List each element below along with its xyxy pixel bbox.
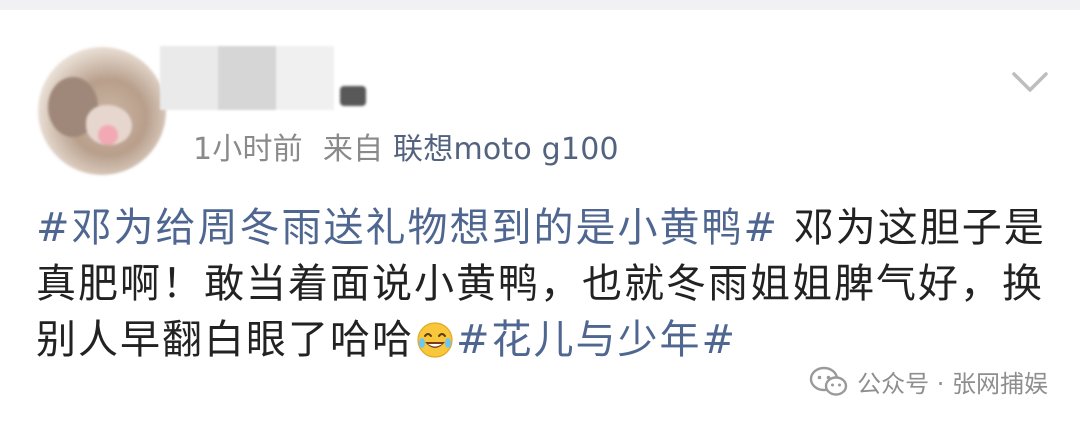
chevron-down-icon[interactable] <box>1010 62 1050 102</box>
laughing-tears-emoji-icon <box>417 322 453 358</box>
watermark: 公众号 · 张网捕娱 <box>809 364 1048 399</box>
wechat-official-account-icon <box>809 366 848 396</box>
user-avatar[interactable] <box>38 47 166 175</box>
username-blurred[interactable] <box>160 46 334 110</box>
hashtag-link-2[interactable]: #花儿与少年# <box>456 317 737 363</box>
watermark-text: 公众号 · 张网捕娱 <box>857 370 1048 398</box>
hashtag-link[interactable]: #邓为给周冬雨送礼物想到的是小黄鸭# <box>36 205 779 251</box>
source-prefix: 来自 <box>322 132 384 167</box>
post-time: 1小时前 <box>193 132 303 167</box>
top-separator-strip <box>0 0 1080 10</box>
username-tail-blur <box>340 86 366 106</box>
post-body: #邓为给周冬雨送礼物想到的是小黄鸭# 邓为这胆子是真肥啊！敢当着面说小黄鸭，也就… <box>36 200 1046 368</box>
post-meta: 1小时前 来自 联想moto g100 <box>193 124 619 168</box>
source-device-link[interactable]: 联想moto g100 <box>393 132 619 167</box>
